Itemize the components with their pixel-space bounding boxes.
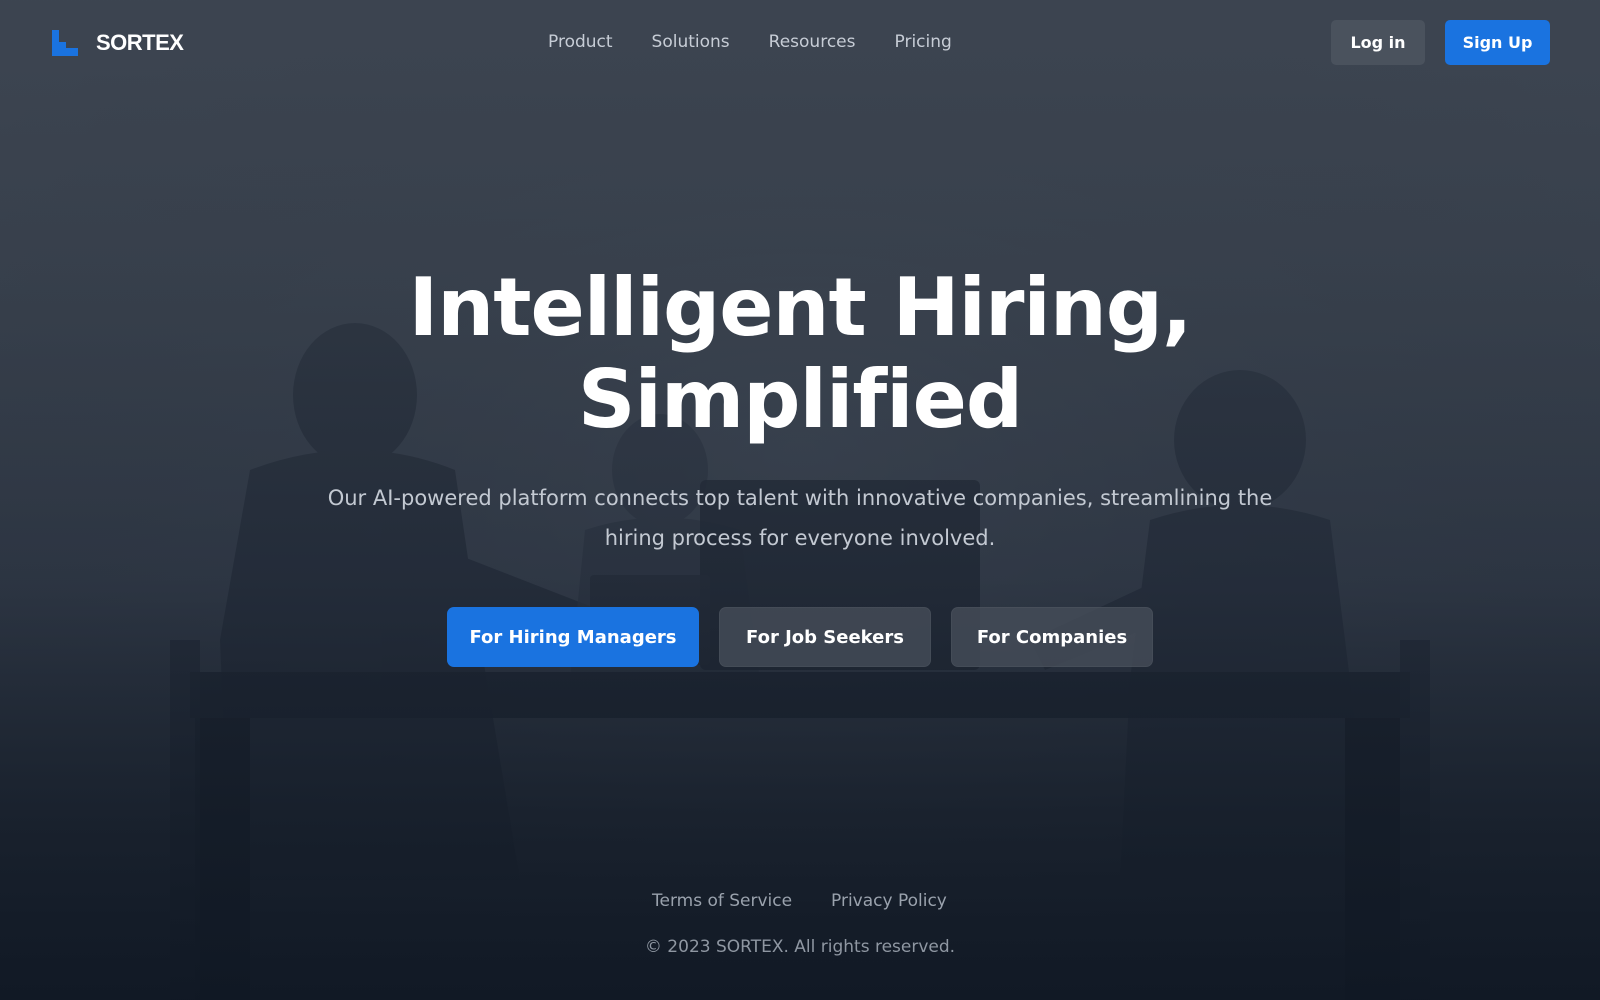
privacy-link[interactable]: Privacy Policy: [831, 891, 947, 911]
step-logo-icon: [52, 30, 78, 56]
nav-resources[interactable]: Resources: [769, 30, 856, 54]
brand-logo[interactable]: SORTEX: [52, 30, 184, 56]
nav-product[interactable]: Product: [548, 30, 613, 54]
nav-pricing[interactable]: Pricing: [895, 30, 952, 54]
login-button[interactable]: Log in: [1331, 20, 1425, 65]
page-footer: Terms of Service Privacy Policy © 2023 S…: [0, 0, 1600, 1000]
main-nav: Product Solutions Resources Pricing: [548, 30, 952, 54]
top-navbar: SORTEX Product Solutions Resources Prici…: [0, 0, 1600, 86]
copyright-text: © 2023 SORTEX. All rights reserved.: [644, 937, 956, 957]
brand-name: SORTEX: [96, 30, 184, 55]
terms-link[interactable]: Terms of Service: [652, 891, 792, 911]
signup-button[interactable]: Sign Up: [1445, 20, 1550, 65]
nav-solutions[interactable]: Solutions: [652, 30, 730, 54]
